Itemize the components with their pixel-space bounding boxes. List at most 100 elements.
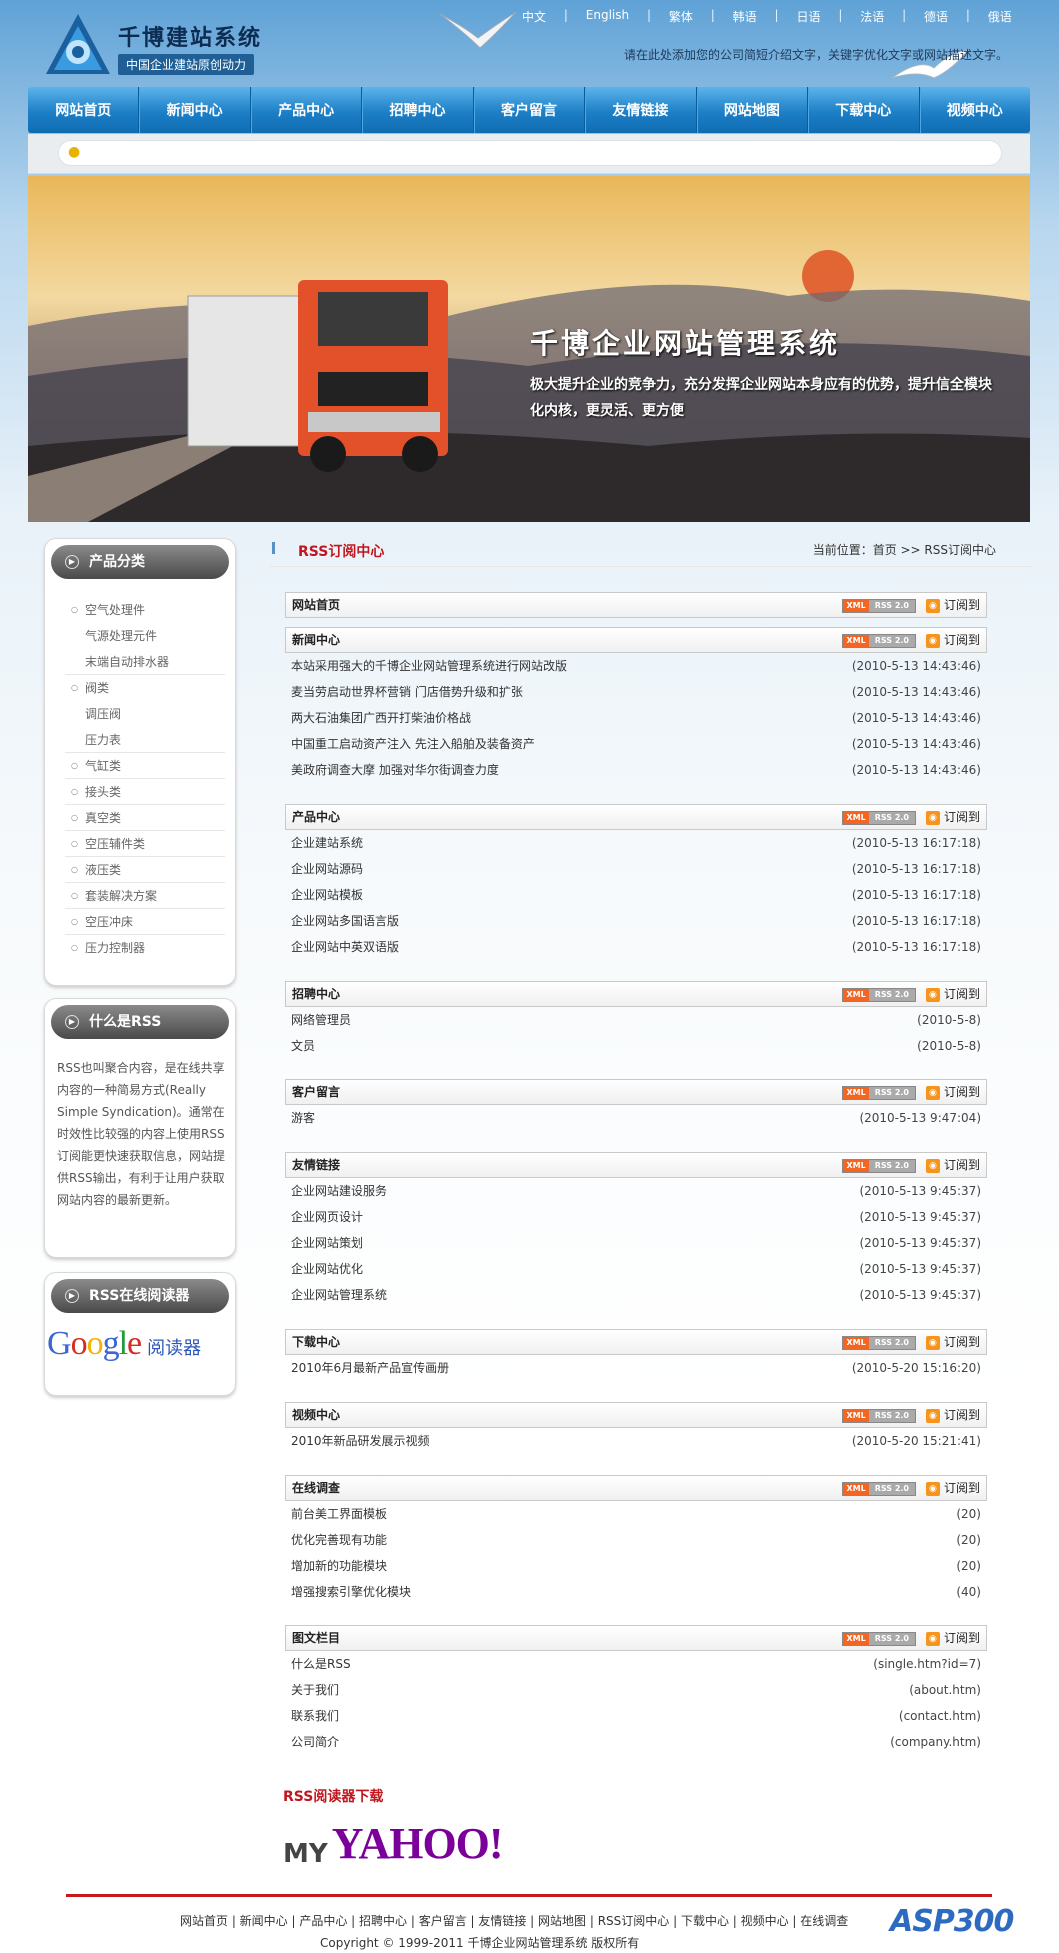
xml-badge-text: XML — [843, 1087, 869, 1099]
category-item[interactable]: 压力控制器 — [65, 935, 225, 961]
rss-item-title[interactable]: 企业网页设计 — [291, 1204, 363, 1230]
rss-item-title[interactable]: 企业网站建设服务 — [291, 1178, 387, 1204]
rss-item-title[interactable]: 增强搜索引擎优化模块 — [291, 1579, 411, 1605]
rss-section-title[interactable]: 客户留言 — [292, 1085, 340, 1099]
nav-messages[interactable]: 客户留言 — [474, 87, 586, 133]
subscribe-link[interactable]: ◉ 订阅到 — [925, 982, 980, 1006]
rss-item-title[interactable]: 企业网站多国语言版 — [291, 908, 399, 934]
category-item[interactable]: 阀类 — [65, 675, 225, 701]
rss-item-title[interactable]: 增加新的功能模块 — [291, 1553, 387, 1579]
rss-item-title[interactable]: 前台美工界面模板 — [291, 1501, 387, 1527]
nav-products[interactable]: 产品中心 — [251, 87, 363, 133]
footer-links[interactable]: 网站首页 | 新闻中心 | 产品中心 | 招聘中心 | 客户留言 | 友情链接 … — [180, 1912, 848, 1929]
rss-item-title[interactable]: 企业网站中英双语版 — [291, 934, 399, 960]
rss-section-title[interactable]: 招聘中心 — [292, 987, 340, 1001]
xml-badge-text: XML — [843, 635, 869, 647]
subscribe-link[interactable]: ◉ 订阅到 — [925, 805, 980, 829]
subscribe-link[interactable]: ◉ 订阅到 — [925, 593, 980, 617]
lang-german[interactable]: 德语 — [924, 8, 948, 25]
rss-section-title[interactable]: 网站首页 — [292, 598, 340, 612]
chevron-right-icon: ▶ — [65, 1015, 79, 1029]
rss-item-title[interactable]: 联系我们 — [291, 1703, 339, 1729]
rss-item-title[interactable]: 2010年6月最新产品宣传画册 — [291, 1355, 449, 1381]
lang-traditional[interactable]: 繁体 — [669, 8, 693, 25]
rss-item-title[interactable]: 麦当劳启动世界杯营销 门店借势升级和扩张 — [291, 679, 523, 705]
rss-item-title[interactable]: 企业网站优化 — [291, 1256, 363, 1282]
rss-badge[interactable]: XML RSS 2.0 — [842, 811, 916, 825]
rss-item-title[interactable]: 企业网站策划 — [291, 1230, 363, 1256]
nav-home[interactable]: 网站首页 — [28, 87, 140, 133]
category-item[interactable]: 空压辅件类 — [65, 831, 225, 857]
rss-badge-text: RSS 2.0 — [868, 600, 915, 612]
rss-section-title[interactable]: 友情链接 — [292, 1158, 340, 1172]
nav-jobs[interactable]: 招聘中心 — [362, 87, 474, 133]
rss-badge[interactable]: XML RSS 2.0 — [842, 1336, 916, 1350]
category-item[interactable]: 接头类 — [65, 779, 225, 805]
rss-badge[interactable]: XML RSS 2.0 — [842, 1159, 916, 1173]
rss-item-title[interactable]: 文员 — [291, 1033, 315, 1059]
rss-badge[interactable]: XML RSS 2.0 — [842, 1482, 916, 1496]
rss-item-title[interactable]: 2010年新品研发展示视频 — [291, 1428, 430, 1454]
nav-sitemap[interactable]: 网站地图 — [697, 87, 809, 133]
nav-download[interactable]: 下载中心 — [808, 87, 920, 133]
category-item[interactable]: 空气处理件 — [65, 597, 225, 623]
subscribe-link[interactable]: ◉ 订阅到 — [925, 1476, 980, 1500]
nav-news[interactable]: 新闻中心 — [139, 87, 251, 133]
rss-item-date: (2010-5-13 14:43:46) — [851, 659, 981, 673]
rss-section-title[interactable]: 在线调查 — [292, 1481, 340, 1495]
breadcrumb[interactable]: 当前位置：首页 >> RSS订阅中心 — [813, 541, 996, 558]
rss-item-date: (2010-5-13 16:17:18) — [851, 862, 981, 876]
nav-video[interactable]: 视频中心 — [920, 87, 1030, 133]
rss-section-title[interactable]: 下载中心 — [292, 1335, 340, 1349]
lang-japanese[interactable]: 日语 — [796, 8, 820, 25]
rss-badge[interactable]: XML RSS 2.0 — [842, 1086, 916, 1100]
lang-korean[interactable]: 韩语 — [733, 8, 757, 25]
rss-item-title[interactable]: 优化完善现有功能 — [291, 1527, 387, 1553]
category-item[interactable]: 气缸类 — [65, 753, 225, 779]
nav-links[interactable]: 友情链接 — [585, 87, 697, 133]
rss-section-title[interactable]: 产品中心 — [292, 810, 340, 824]
rss-badge[interactable]: XML RSS 2.0 — [842, 1632, 916, 1646]
rss-item-title[interactable]: 游客 — [291, 1105, 315, 1131]
subscribe-link[interactable]: ◉ 订阅到 — [925, 1080, 980, 1104]
subscribe-link[interactable]: ◉ 订阅到 — [925, 1153, 980, 1177]
lang-french[interactable]: 法语 — [860, 8, 884, 25]
logo-title[interactable]: 千博建站系统 — [118, 20, 262, 52]
subscribe-link[interactable]: ◉ 订阅到 — [925, 1330, 980, 1354]
rss-badge[interactable]: XML RSS 2.0 — [842, 1409, 916, 1423]
rss-item-title[interactable]: 美政府调查大摩 加强对华尔街调查力度 — [291, 757, 499, 783]
subscribe-link[interactable]: ◉ 订阅到 — [925, 1626, 980, 1650]
lang-english[interactable]: English — [586, 8, 629, 25]
subscribe-link[interactable]: ◉ 订阅到 — [925, 1403, 980, 1427]
category-subitem[interactable]: 末端自动排水器 — [65, 649, 225, 675]
rss-item-title[interactable]: 关于我们 — [291, 1677, 339, 1703]
category-item[interactable]: 空压冲床 — [65, 909, 225, 935]
category-item[interactable]: 真空类 — [65, 805, 225, 831]
rss-badge[interactable]: XML RSS 2.0 — [842, 988, 916, 1002]
rss-item-title[interactable]: 企业建站系统 — [291, 830, 363, 856]
rss-item-title[interactable]: 企业网站管理系统 — [291, 1282, 387, 1308]
rss-item-title[interactable]: 公司简介 — [291, 1729, 339, 1755]
rss-item-title[interactable]: 中国重工启动资产注入 先注入船舶及装备资产 — [291, 731, 535, 757]
rss-item-title[interactable]: 网络管理员 — [291, 1007, 351, 1033]
category-subitem[interactable]: 调压阀 — [65, 701, 225, 727]
rss-item-title[interactable]: 什么是RSS — [291, 1651, 351, 1677]
rss-item-title[interactable]: 企业网站模板 — [291, 882, 363, 908]
category-item[interactable]: 液压类 — [65, 857, 225, 883]
rss-badge[interactable]: XML RSS 2.0 — [842, 599, 916, 613]
my-yahoo-logo[interactable]: MY YAHOO! — [283, 1818, 504, 1869]
category-subitem[interactable]: 气源处理元件 — [65, 623, 225, 649]
lang-chinese[interactable]: 中文 — [522, 8, 546, 25]
rss-item-title[interactable]: 两大石油集团广西开打柴油价格战 — [291, 705, 471, 731]
rss-item-title[interactable]: 本站采用强大的千博企业网站管理系统进行网站改版 — [291, 653, 567, 679]
category-subitem[interactable]: 压力表 — [65, 727, 225, 753]
rss-section-title[interactable]: 视频中心 — [292, 1408, 340, 1422]
rss-badge[interactable]: XML RSS 2.0 — [842, 634, 916, 648]
rss-section-title[interactable]: 图文栏目 — [292, 1631, 340, 1645]
google-reader-logo[interactable]: Google 阅读器 — [47, 1325, 201, 1363]
subscribe-link[interactable]: ◉ 订阅到 — [925, 628, 980, 652]
rss-item-title[interactable]: 企业网站源码 — [291, 856, 363, 882]
category-item[interactable]: 套装解决方案 — [65, 883, 225, 909]
rss-section-title[interactable]: 新闻中心 — [292, 633, 340, 647]
lang-russian[interactable]: 俄语 — [988, 8, 1012, 25]
